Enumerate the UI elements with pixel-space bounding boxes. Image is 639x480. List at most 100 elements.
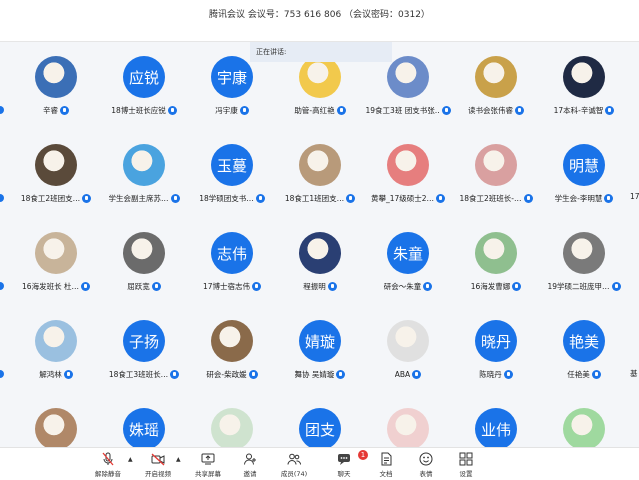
avatar: 宇康 (211, 56, 253, 98)
mute-options-caret[interactable]: ▲ (128, 456, 133, 463)
participant-tile[interactable]: 研会-王玲丽 (364, 394, 452, 447)
mic-status-icon (60, 105, 69, 115)
participant-tile[interactable]: 玉蔓 18学硕团支书… (188, 130, 276, 216)
participant-tile[interactable]: 朱童 研会～朱童 (364, 218, 452, 304)
participant-tile[interactable]: 19学硕二班庞甲… (540, 218, 628, 304)
mic-muted-icon (101, 452, 115, 466)
participant-tile[interactable]: 读书会张伟睿 (452, 42, 540, 128)
participant-name: 舞协 吴婧璇 (294, 369, 335, 379)
participant-tile[interactable]: 业伟18专硕二班团支顾… (452, 394, 540, 447)
mic-status-icon (604, 193, 614, 203)
participant-tile[interactable]: 程振明 (276, 218, 364, 304)
participant-name: 研会-柴政媛 (206, 369, 247, 379)
participant-tile[interactable]: 婧璇 舞协 吴婧璇 (276, 306, 364, 392)
participant-tile[interactable]: ABA (364, 306, 452, 392)
participant-tile[interactable]: 解鸿林 (12, 306, 100, 392)
invite-button[interactable]: 邀请 (230, 450, 270, 480)
chat-label: 聊天 (337, 470, 351, 478)
participant-tile[interactable]: 义工队张明旭 (188, 394, 276, 447)
participant-tile[interactable]: 18食工2班团支… (12, 130, 100, 216)
participant-tile[interactable]: 应锐 18博士班长应锐 (100, 42, 188, 128)
participant-name: 18博士班长应锐 (111, 105, 166, 115)
members-icon (287, 452, 302, 466)
members-label: 成员(74) (280, 470, 308, 478)
share-screen-label: 共享屏幕 (195, 470, 221, 478)
video-button[interactable]: 开启视频 (138, 450, 178, 480)
participant-tile[interactable]: 17本科-辛诚智 (540, 42, 628, 128)
participant-tile[interactable]: 子扬 18食工3班班长… (100, 306, 188, 392)
mic-status-icon (611, 281, 621, 291)
mic-status-icon (423, 281, 433, 291)
participant-name-line: 冯宇康 (188, 104, 276, 116)
participant-name-line: 屈跃宽 (100, 280, 188, 292)
mute-button[interactable]: 解除静音 (88, 450, 128, 480)
avatar (387, 144, 429, 186)
mic-status-icon (170, 369, 180, 379)
meeting-toolbar: 解除静音 ▲ 开启视频 ▲ 共享屏幕 邀请 成员(74) 1 聊天 文档 表情 … (0, 447, 639, 480)
participant-name-line: 19食工3班 团支书张… (364, 104, 452, 116)
participant-name: 任艳美 (567, 369, 590, 379)
chat-button[interactable]: 1 聊天 (324, 450, 368, 480)
participant-tile[interactable]: 19级辅导员助理… (12, 394, 100, 447)
mic-status-icon (441, 105, 451, 115)
participant-tile[interactable]: 姝瑶17海发团支书-… (100, 394, 188, 447)
invite-label: 邀请 (243, 470, 257, 478)
avatar: 艳美 (563, 320, 605, 362)
participant-name-line: 16海发曹娜 (452, 280, 540, 292)
participant-tile[interactable]: 18专硕一班班长-… (540, 394, 628, 447)
top-strip (0, 26, 639, 42)
mic-status-icon (436, 193, 446, 203)
settings-button[interactable]: 设置 (446, 450, 486, 480)
participant-name: 辛睿 (43, 105, 58, 115)
participant-name: 学生会-李明慧 (554, 193, 603, 203)
edge-mic-icon (0, 282, 4, 290)
participant-name-line: 研会～朱童 (364, 280, 452, 292)
members-button[interactable]: 成员(74) (274, 450, 314, 480)
participant-tile[interactable]: 黄攀_17级硕士2… (364, 130, 452, 216)
mic-status-icon (151, 281, 161, 291)
participant-tile[interactable]: 团支尹丽丽16食工三… (276, 394, 364, 447)
participant-tile[interactable]: 明慧 学生会-李明慧 (540, 130, 628, 216)
participant-name: 程振明 (303, 281, 326, 291)
participant-tile[interactable]: 艳美任艳美 (540, 306, 628, 392)
avatar (211, 408, 253, 447)
participant-name: 18食工2班班长-… (459, 193, 522, 203)
mic-status-icon (82, 193, 92, 203)
participant-tile[interactable]: 屈跃宽 (100, 218, 188, 304)
participant-name: ABA (394, 369, 411, 379)
edge-partial-name: 基 (630, 369, 638, 378)
mic-status-icon (80, 281, 90, 291)
edge-mic-icon (0, 106, 4, 114)
participant-tile[interactable]: 16海发曹娜 (452, 218, 540, 304)
participant-name-line: 辛睿 (12, 104, 100, 116)
participant-tile[interactable]: 晓丹 陈晓丹 (452, 306, 540, 392)
participant-name: 冯宇康 (215, 105, 238, 115)
participant-name: 18食工2班团支… (20, 193, 81, 203)
participant-tile[interactable]: 辛睿 (12, 42, 100, 128)
participant-name-line: 18食工3班班长… (100, 368, 188, 380)
participant-name-line: 17博士宿志伟 (188, 280, 276, 292)
avatar (563, 56, 605, 98)
participant-tile[interactable]: 学生会副主席苏… (100, 130, 188, 216)
avatar (35, 232, 77, 274)
participant-tile[interactable]: 研会-柴政媛 (188, 306, 276, 392)
participant-tile[interactable]: 18食工2班班长-… (452, 130, 540, 216)
participant-name-line: 18食工2班班长-… (452, 192, 540, 204)
participant-tile[interactable]: 18食工1班团支… (276, 130, 364, 216)
avatar (563, 232, 605, 274)
video-options-caret[interactable]: ▲ (176, 456, 181, 463)
avatar (123, 232, 165, 274)
emoji-button[interactable]: 表情 (406, 450, 446, 480)
docs-button[interactable]: 文档 (366, 450, 406, 480)
participant-name: 19学硕二班庞甲… (547, 281, 610, 291)
mic-status-icon (336, 369, 346, 379)
mic-status-icon (252, 281, 262, 291)
settings-label: 设置 (459, 470, 473, 478)
participant-name: 读书会张伟睿 (468, 105, 513, 115)
avatar (299, 144, 341, 186)
participant-name-line: 研会-柴政媛 (188, 368, 276, 380)
participant-tile[interactable]: 志伟 17博士宿志伟 (188, 218, 276, 304)
share-screen-button[interactable]: 共享屏幕 (188, 450, 228, 480)
avatar: 晓丹 (475, 320, 517, 362)
participant-tile[interactable]: 16海发班长 杜… (12, 218, 100, 304)
